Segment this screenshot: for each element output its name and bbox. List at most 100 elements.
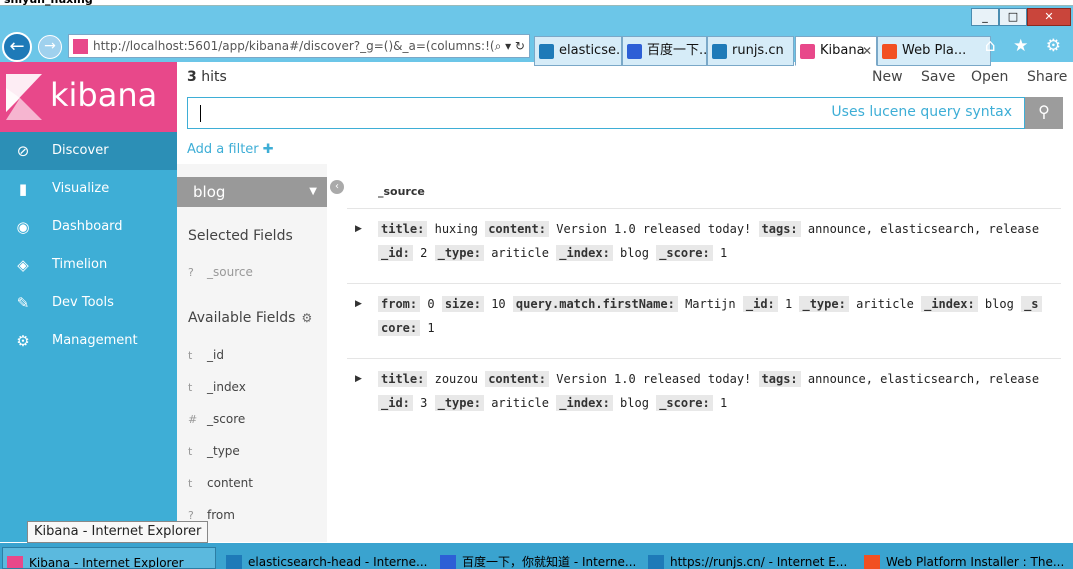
- windows-icon: [882, 44, 897, 59]
- bar-chart-icon: ▮: [18, 180, 28, 198]
- field-key: tags:: [758, 371, 801, 387]
- toolbar-icons[interactable]: ⌂ ★ ⚙: [985, 36, 1067, 56]
- taskbar-label: Kibana - Internet Explorer: [29, 556, 184, 569]
- expand-row-icon[interactable]: ▶: [355, 367, 362, 391]
- tooltip: Kibana - Internet Explorer: [27, 521, 209, 543]
- index-pattern-select[interactable]: blog ▼: [177, 177, 327, 207]
- source-line: _id: 3 _type: ariticle _index: blog _sco…: [378, 391, 1061, 415]
- field-item[interactable]: t _type: [188, 444, 240, 458]
- table-row[interactable]: ▶ title: huxing content: Version 1.0 rele…: [347, 208, 1061, 265]
- field-value: Martijn: [685, 297, 736, 311]
- taskbar-item[interactable]: https://runjs.cn/ - Internet E...: [644, 547, 854, 569]
- kibana-k-icon: [6, 74, 42, 120]
- tab-2[interactable]: runjs.cn: [707, 36, 794, 66]
- table-row[interactable]: ▶ title: zouzou content: Version 1.0 rele…: [347, 358, 1061, 415]
- timelion-icon: ◈: [17, 256, 29, 274]
- field-key: _score:: [656, 395, 713, 411]
- sidebar-item-management[interactable]: ⚙ Management: [0, 322, 177, 360]
- taskbar-item[interactable]: Kibana - Internet Explorer: [2, 547, 216, 569]
- tab-1[interactable]: 百度一下...: [622, 36, 707, 66]
- expand-row-icon[interactable]: ▶: [355, 217, 362, 241]
- source-line: core: 1: [378, 316, 1061, 340]
- table-row[interactable]: ▶ from: 0 size: 10 query.match.firstName:…: [347, 283, 1061, 340]
- field-key: _type:: [434, 245, 484, 261]
- add-filter-link[interactable]: Add a filter ✚: [187, 142, 274, 157]
- share-button[interactable]: Share: [1027, 69, 1067, 85]
- available-fields-heading: Available Fields ⚙: [188, 310, 313, 326]
- field-item[interactable]: t _index: [188, 380, 246, 394]
- kibana-logo[interactable]: kibana: [0, 62, 177, 132]
- new-button[interactable]: New: [872, 69, 903, 85]
- field-item[interactable]: t _id: [188, 348, 224, 362]
- field-item[interactable]: ? from: [188, 508, 235, 522]
- search-button[interactable]: ⚲: [1025, 97, 1063, 129]
- sidebar: kibana ⊘ Discover ▮ Visualize ◉ Dashboard ◈ Tim…: [0, 62, 177, 542]
- maximize-button[interactable]: □: [999, 8, 1027, 26]
- back-arrow-icon[interactable]: ←: [2, 32, 32, 62]
- sidebar-item-timelion[interactable]: ◈ Timelion: [0, 246, 177, 284]
- tab-3[interactable]: Kibana ✕: [795, 36, 877, 66]
- field-key: size:: [441, 296, 484, 312]
- tab-label: runjs.cn: [732, 43, 784, 58]
- field-value: Version 1.0 released today!: [556, 222, 752, 236]
- open-button[interactable]: Open: [971, 69, 1008, 85]
- collapse-sidebar-icon[interactable]: ‹: [330, 180, 344, 194]
- sidebar-item-dashboard[interactable]: ◉ Dashboard: [0, 208, 177, 246]
- address-bar[interactable]: http://localhost:5601/app/kibana#/discov…: [68, 34, 530, 58]
- field-key: content:: [485, 221, 549, 237]
- taskbar-item[interactable]: Web Platform Installer : The...: [860, 547, 1071, 569]
- sidebar-item-label: Discover: [52, 143, 109, 158]
- gear-icon[interactable]: ⚙: [301, 311, 312, 325]
- field-key: _index:: [556, 395, 613, 411]
- kibana-favicon-icon: [73, 39, 88, 54]
- sidebar-item-discover[interactable]: ⊘ Discover: [0, 132, 177, 170]
- field-value: zouzou: [434, 372, 478, 386]
- close-tab-icon[interactable]: ✕: [862, 37, 872, 65]
- field-key: _index:: [921, 296, 978, 312]
- field-value: 2: [420, 246, 428, 260]
- expand-row-icon[interactable]: ▶: [355, 292, 362, 316]
- app-icon: [864, 555, 880, 569]
- sidebar-item-label: Management: [52, 333, 138, 348]
- field-item[interactable]: t content: [188, 476, 253, 490]
- field-item[interactable]: # _score: [188, 412, 245, 426]
- field-key: core:: [378, 320, 421, 336]
- field-value: blog: [984, 297, 1014, 311]
- hits-count: 3 hits: [187, 69, 227, 85]
- forward-arrow-icon[interactable]: →: [38, 35, 62, 59]
- tab-0[interactable]: elasticse...: [534, 36, 622, 66]
- field-value: 1: [427, 321, 435, 335]
- field-key: title:: [378, 371, 428, 387]
- taskbar-label: 百度一下，你就知道 - Interne...: [462, 555, 636, 569]
- save-button[interactable]: Save: [921, 69, 955, 85]
- sidebar-item-visualize[interactable]: ▮ Visualize: [0, 170, 177, 208]
- field-value: blog: [620, 246, 649, 260]
- address-controls[interactable]: ⌕ ▾ ↻: [495, 35, 525, 57]
- field-key: _type:: [434, 395, 484, 411]
- taskbar-item[interactable]: elasticsearch-head - Interne...: [222, 547, 432, 569]
- selected-fields-heading: Selected Fields: [188, 228, 293, 244]
- compass-icon: ⊘: [16, 142, 30, 160]
- field-value: blog: [620, 396, 649, 410]
- caret-down-icon: ▼: [309, 186, 317, 197]
- sidebar-item-label: Dev Tools: [52, 295, 114, 310]
- close-window-button[interactable]: ✕: [1027, 8, 1071, 26]
- field-type-icon: #: [188, 413, 198, 426]
- tab-label: 百度一下...: [647, 43, 707, 58]
- search-input[interactable]: Uses lucene query syntax: [187, 97, 1025, 129]
- field-value: 10: [491, 297, 506, 311]
- gear-icon: ⚙: [16, 332, 30, 350]
- browser-chrome: _ □ ✕ ← → http://localhost:5601/app/kiba…: [0, 6, 1073, 66]
- lucene-syntax-link[interactable]: Uses lucene query syntax: [831, 104, 1012, 120]
- sidebar-item-dev-tools[interactable]: ✎ Dev Tools: [0, 284, 177, 322]
- sidebar-item-label: Dashboard: [52, 219, 123, 234]
- dashboard-icon: ◉: [16, 218, 30, 236]
- field-item[interactable]: ? _source: [188, 265, 253, 279]
- tab-4[interactable]: Web Pla...: [877, 36, 991, 66]
- field-key: tags:: [758, 221, 801, 237]
- field-value: 0: [427, 297, 435, 311]
- field-key: _id:: [378, 395, 413, 411]
- ie-icon: [712, 44, 727, 59]
- taskbar-item[interactable]: 百度一下，你就知道 - Interne...: [436, 547, 636, 569]
- minimize-button[interactable]: _: [971, 8, 999, 26]
